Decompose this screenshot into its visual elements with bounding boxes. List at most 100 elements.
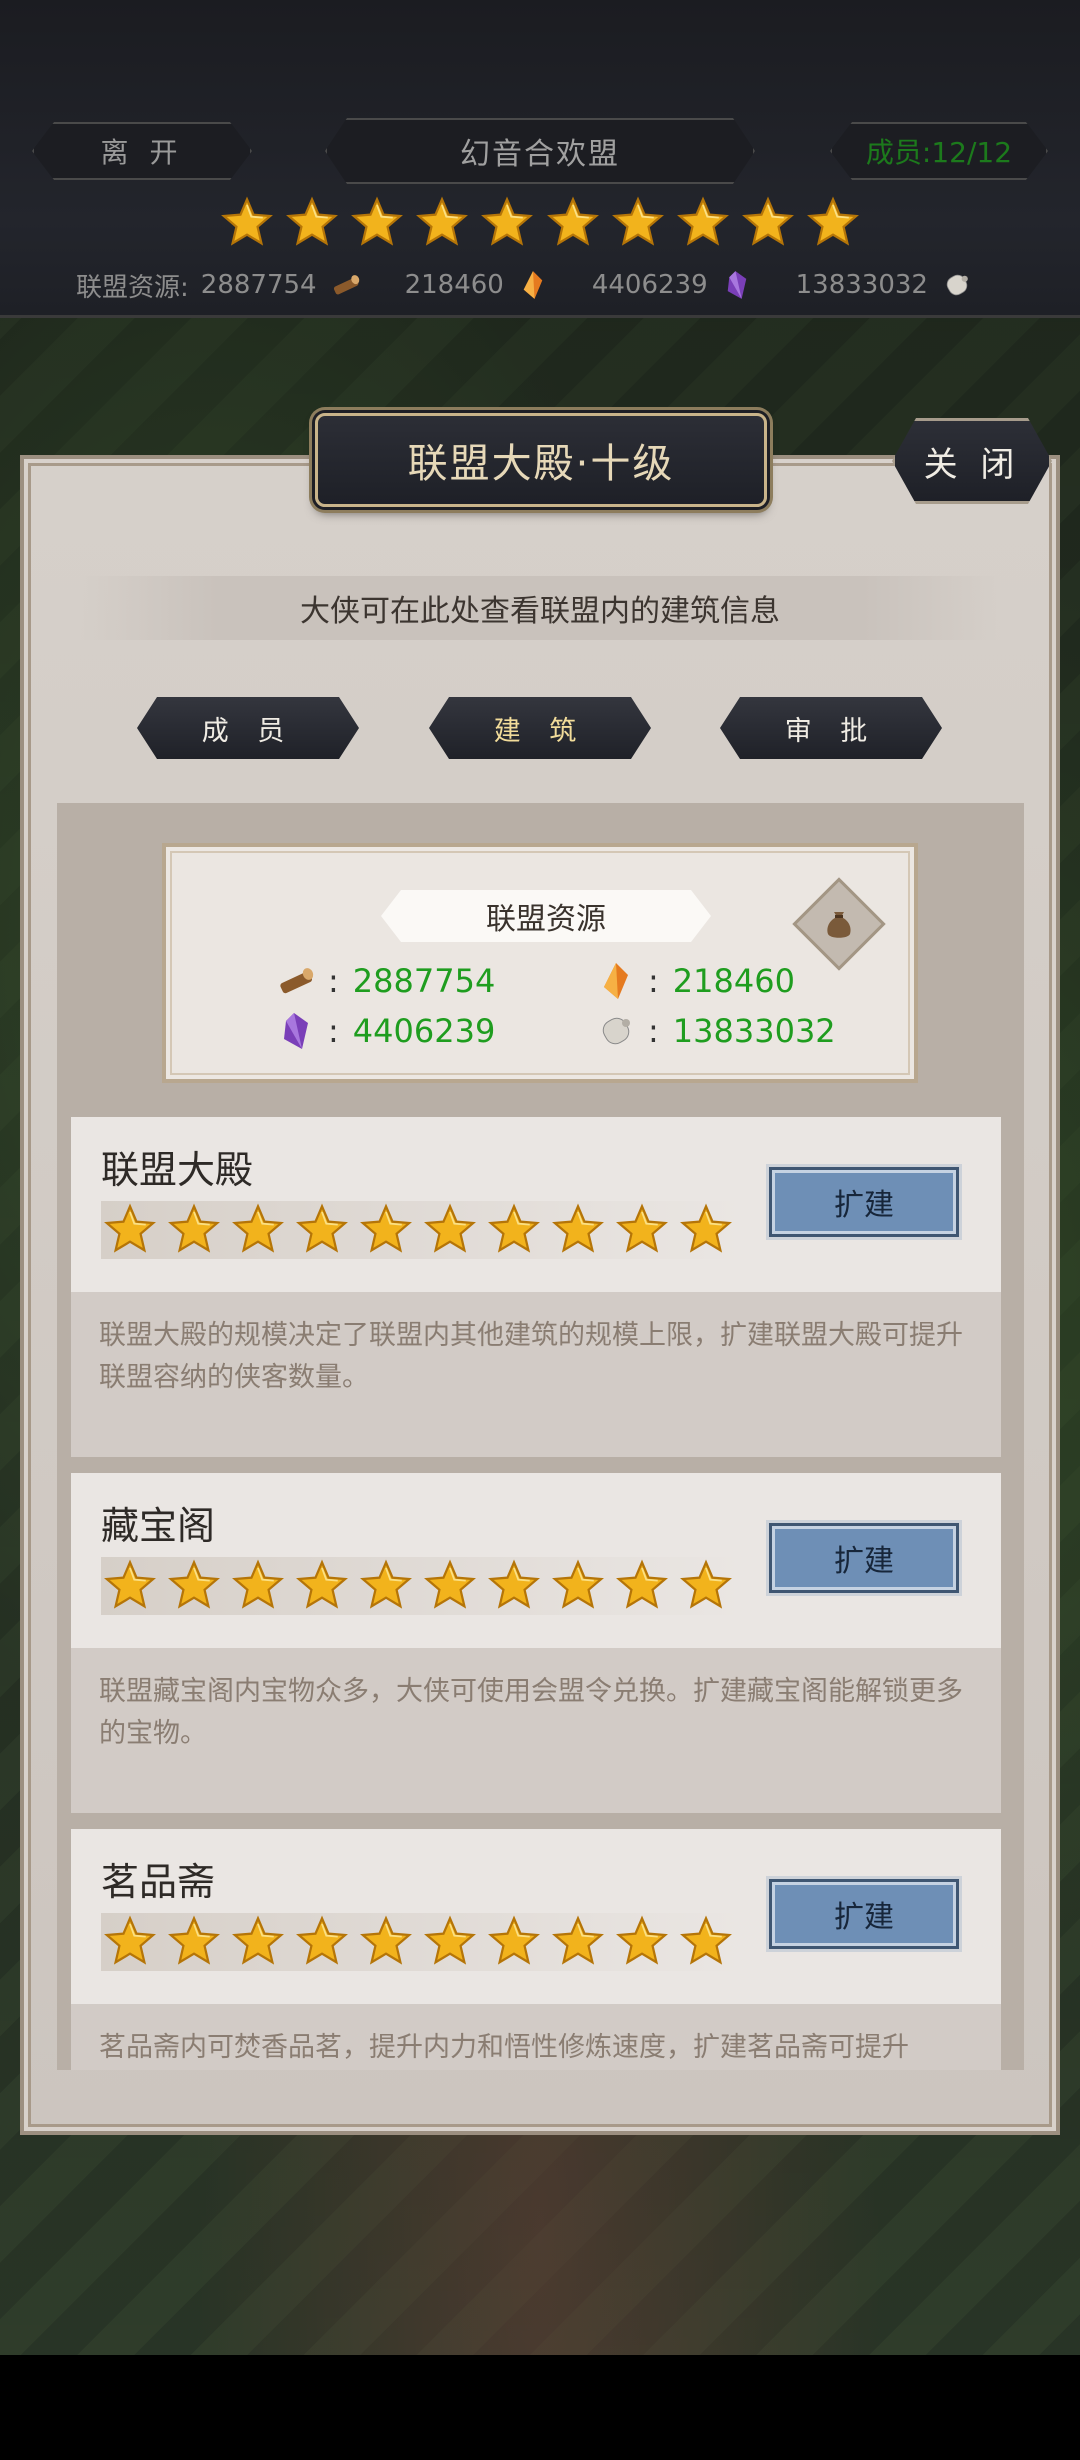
star-icon <box>220 196 274 250</box>
colon: : <box>648 1012 659 1050</box>
resource-purple: : 4406239 <box>274 1009 495 1053</box>
tab-members[interactable]: 成 员 <box>137 697 359 759</box>
tab-approval[interactable]: 审 批 <box>720 697 942 759</box>
resource-wood: : 2887754 <box>274 959 495 1003</box>
star-icon <box>679 1559 733 1613</box>
building-name: 联盟大殿 <box>101 1148 254 1192</box>
resource-card: 联盟资源 : 2887754 : 218460 : 4406239 : 1383… <box>162 843 918 1083</box>
star-icon <box>615 1203 669 1257</box>
building-description: 联盟藏宝阁内宝物众多，大侠可使用会盟令兑换。扩建藏宝阁能解锁更多的宝物。 <box>99 1676 963 1749</box>
resource-orange: : 218460 <box>594 959 795 1003</box>
star-icon <box>359 1915 413 1969</box>
star-icon <box>546 196 600 250</box>
panel-intro: 大侠可在此处查看联盟内的建筑信息 <box>80 576 1000 640</box>
building-item: 藏宝阁 扩建 联盟藏宝阁内宝物众多，大侠可使用会盟令兑换。扩建藏宝阁能解锁更多的… <box>71 1473 1001 1813</box>
expand-button[interactable]: 扩建 <box>769 1523 959 1593</box>
colon: : <box>328 1012 339 1050</box>
building-list[interactable]: 联盟资源 : 2887754 : 218460 : 4406239 : 1383… <box>57 803 1024 2070</box>
building-star-rating <box>101 1913 741 1971</box>
alliance-header: 离 开 幻音合欢盟 成员:12/12 联盟资源: 2887754 218460 … <box>0 0 1080 318</box>
resource-wood-value: 2887754 <box>200 270 317 300</box>
scroll-icon <box>594 1009 638 1053</box>
panel-title-text: 联盟大殿·十级 <box>407 441 675 487</box>
star-icon <box>103 1203 157 1257</box>
panel-title: 联盟大殿·十级 <box>315 413 767 507</box>
star-icon <box>679 1915 733 1969</box>
header-resources: 联盟资源: 2887754 218460 4406239 13833032 <box>0 268 1080 303</box>
crystal-purple-icon <box>274 1009 318 1053</box>
star-icon <box>231 1915 285 1969</box>
building-item: 茗品斋 扩建 茗品斋内可焚香品茗，提升内力和悟性修炼速度，扩建茗品斋可提升 <box>71 1829 1001 2070</box>
star-icon <box>611 196 665 250</box>
scroll-icon <box>940 268 974 302</box>
leave-button[interactable]: 离 开 <box>32 122 252 180</box>
bottom-bar <box>0 2355 1080 2460</box>
star-icon <box>423 1915 477 1969</box>
crystal-orange-icon <box>594 959 638 1003</box>
star-icon <box>679 1203 733 1257</box>
star-icon <box>167 1559 221 1613</box>
resources-label: 联盟资源: <box>76 272 189 303</box>
star-icon <box>295 1559 349 1613</box>
close-button[interactable]: 关 闭 <box>892 418 1052 504</box>
star-icon <box>551 1559 605 1613</box>
crystal-purple-icon <box>720 268 754 302</box>
building-header: 联盟大殿 扩建 <box>71 1117 1001 1292</box>
star-icon <box>231 1559 285 1613</box>
resource-scroll-value: 13833032 <box>795 270 928 300</box>
resource-purple-value: 4406239 <box>352 1012 496 1050</box>
resource-bag-button[interactable] <box>792 877 886 971</box>
star-icon <box>487 1915 541 1969</box>
star-icon <box>359 1559 413 1613</box>
members-count[interactable]: 成员:12/12 <box>830 122 1048 180</box>
star-icon <box>480 196 534 250</box>
star-icon <box>167 1915 221 1969</box>
star-icon <box>295 1203 349 1257</box>
building-description: 联盟大殿的规模决定了联盟内其他建筑的规模上限，扩建联盟大殿可提升联盟容纳的侠客数… <box>99 1320 963 1393</box>
colon: : <box>328 962 339 1000</box>
star-icon <box>551 1915 605 1969</box>
resource-wood-value: 2887754 <box>352 962 496 1000</box>
alliance-star-rating <box>220 196 860 254</box>
resource-orange-value: 218460 <box>404 270 504 300</box>
building-name: 藏宝阁 <box>101 1504 216 1548</box>
colon: : <box>648 962 659 1000</box>
star-icon <box>415 196 469 250</box>
star-icon <box>103 1559 157 1613</box>
star-icon <box>167 1203 221 1257</box>
building-star-rating <box>101 1201 741 1259</box>
star-icon <box>285 196 339 250</box>
expand-button[interactable]: 扩建 <box>769 1167 959 1237</box>
crystal-orange-icon <box>516 268 550 302</box>
star-icon <box>231 1203 285 1257</box>
money-bag-icon <box>821 906 857 942</box>
building-star-rating <box>101 1557 741 1615</box>
tab-buildings[interactable]: 建 筑 <box>429 697 651 759</box>
star-icon <box>615 1559 669 1613</box>
building-header: 茗品斋 扩建 <box>71 1829 1001 2004</box>
resource-purple-value: 4406239 <box>591 270 708 300</box>
resource-orange-value: 218460 <box>672 962 795 1000</box>
star-icon <box>676 196 730 250</box>
resource-card-title: 联盟资源 <box>381 890 711 942</box>
alliance-name: 幻音合欢盟 <box>325 118 755 184</box>
star-icon <box>350 196 404 250</box>
wood-icon <box>329 268 363 302</box>
building-item: 联盟大殿 扩建 联盟大殿的规模决定了联盟内其他建筑的规模上限，扩建联盟大殿可提升… <box>71 1117 1001 1457</box>
star-icon <box>103 1915 157 1969</box>
building-name: 茗品斋 <box>101 1860 216 1904</box>
star-icon <box>806 196 860 250</box>
expand-button[interactable]: 扩建 <box>769 1879 959 1949</box>
star-icon <box>359 1203 413 1257</box>
wood-icon <box>274 959 318 1003</box>
resource-scroll: : 13833032 <box>594 1009 836 1053</box>
building-header: 藏宝阁 扩建 <box>71 1473 1001 1648</box>
star-icon <box>741 196 795 250</box>
star-icon <box>423 1559 477 1613</box>
star-icon <box>423 1203 477 1257</box>
star-icon <box>487 1559 541 1613</box>
building-description: 茗品斋内可焚香品茗，提升内力和悟性修炼速度，扩建茗品斋可提升 <box>99 2032 909 2063</box>
star-icon <box>615 1915 669 1969</box>
star-icon <box>487 1203 541 1257</box>
star-icon <box>551 1203 605 1257</box>
